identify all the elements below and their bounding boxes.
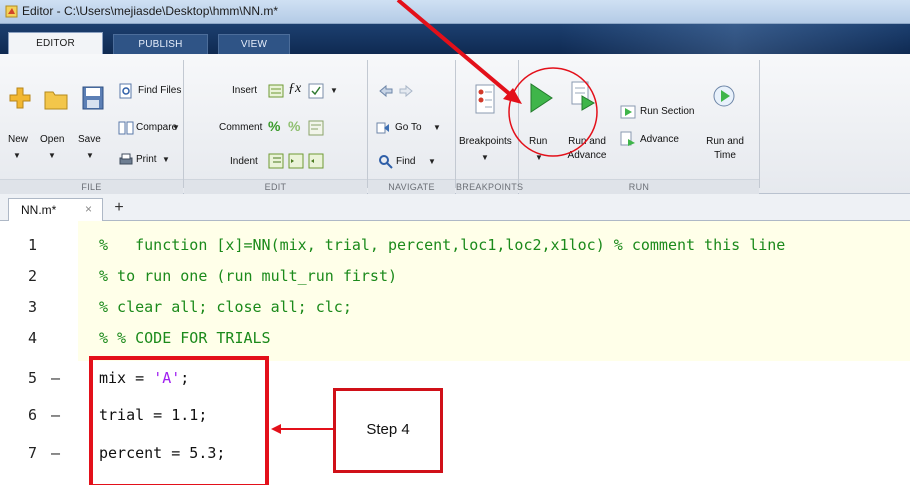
save-button[interactable]: Save	[78, 134, 101, 145]
run-section-icon[interactable]	[620, 104, 636, 120]
go-to-button[interactable]: Go To	[395, 122, 422, 133]
wrap-comments-icon[interactable]	[308, 120, 324, 136]
insert-function-icon[interactable]: ƒx	[288, 81, 301, 97]
executable-line-marker[interactable]: —	[51, 400, 60, 430]
insert-dropdown-caret[interactable]: ▼	[330, 86, 338, 95]
title-bar: Editor - C:\Users\mejiasde\Desktop\hmm\N…	[0, 0, 910, 24]
run-and-advance-button-line2[interactable]: Advance	[562, 150, 612, 161]
forward-arrow-icon[interactable]	[398, 83, 414, 99]
new-button[interactable]: New	[8, 134, 28, 145]
save-icon[interactable]	[82, 86, 104, 110]
breakpoints-icon[interactable]	[474, 84, 496, 114]
advance-icon[interactable]	[620, 131, 636, 147]
tab-view[interactable]: VIEW	[218, 34, 290, 54]
window-title: Editor - C:\Users\mejiasde\Desktop\hmm\N…	[22, 4, 279, 18]
run-dropdown-caret[interactable]: ▼	[535, 153, 543, 162]
find-files-icon[interactable]	[118, 83, 134, 99]
code-line[interactable]: 1 % function [x]=NN(mix, trial, percent,…	[0, 230, 910, 260]
highlight-box	[89, 356, 269, 485]
insert-section-icon[interactable]	[268, 83, 284, 99]
code-text: % clear all; close all; clc;	[99, 298, 352, 316]
run-section-button[interactable]: Run Section	[640, 106, 694, 117]
advance-button[interactable]: Advance	[640, 134, 679, 145]
comment-percent-icon[interactable]: %	[268, 118, 280, 134]
back-arrow-icon[interactable]	[378, 83, 394, 99]
executable-line-marker[interactable]: —	[51, 438, 60, 468]
code-text: % % CODE FOR TRIALS	[99, 329, 271, 347]
line-number: 4	[28, 329, 38, 347]
go-to-dropdown-caret[interactable]: ▼	[433, 123, 441, 132]
find-files-button[interactable]: Find Files	[138, 85, 181, 96]
find-icon[interactable]	[378, 154, 394, 170]
comment-button[interactable]: Comment	[219, 122, 262, 133]
navigate-group-label: NAVIGATE	[388, 182, 435, 192]
run-and-advance-button-line1[interactable]: Run and	[562, 136, 612, 147]
compare-button[interactable]: Compare	[136, 122, 177, 133]
editor-app-icon	[5, 5, 18, 18]
executable-line-marker[interactable]: —	[51, 363, 60, 393]
document-tab-bar: NN.m* × +	[0, 194, 910, 221]
new-tab-button[interactable]: +	[110, 199, 128, 217]
decrease-indent-icon[interactable]	[308, 153, 324, 169]
breakpoints-button[interactable]: Breakpoints	[459, 136, 512, 147]
print-dropdown-caret[interactable]: ▼	[162, 155, 170, 164]
run-group-label: RUN	[628, 182, 650, 192]
new-file-icon[interactable]	[8, 86, 32, 110]
print-icon[interactable]	[118, 152, 134, 168]
open-dropdown-caret[interactable]: ▼	[48, 151, 56, 160]
code-text: % function [x]=NN(mix, trial, percent,lo…	[99, 236, 786, 254]
run-button[interactable]: Run	[529, 136, 547, 147]
code-text: % to run one (run mult_run first)	[99, 267, 398, 285]
matlab-editor-window: Editor - C:\Users\mejiasde\Desktop\hmm\N…	[0, 0, 910, 485]
tab-editor[interactable]: EDITOR	[8, 32, 103, 54]
find-dropdown-caret[interactable]: ▼	[428, 157, 436, 166]
code-line[interactable]: 3 % clear all; close all; clc;	[0, 292, 910, 322]
breakpoints-group-label: BREAKPOINTS	[456, 182, 524, 192]
insert-code-icon[interactable]	[308, 83, 324, 99]
indent-button[interactable]: Indent	[230, 156, 258, 167]
increase-indent-icon[interactable]	[288, 153, 304, 169]
document-tab-label: NN.m*	[21, 203, 57, 217]
save-dropdown-caret[interactable]: ▼	[86, 151, 94, 160]
file-group-label: FILE	[81, 182, 102, 192]
go-to-icon[interactable]	[376, 120, 392, 136]
step-callout: Step 4	[333, 388, 443, 473]
find-button[interactable]: Find	[396, 156, 415, 167]
tab-publish[interactable]: PUBLISH	[113, 34, 208, 54]
code-line[interactable]: 4 % % CODE FOR TRIALS	[0, 323, 910, 353]
open-folder-icon[interactable]	[44, 88, 68, 110]
line-number: 1	[28, 236, 38, 254]
run-and-time-button-line1[interactable]: Run and	[700, 136, 750, 147]
document-tab-nn[interactable]: NN.m* ×	[8, 198, 103, 221]
ribbon-tab-strip: EDITOR PUBLISH VIEW	[0, 24, 910, 54]
smart-indent-icon[interactable]	[268, 153, 284, 169]
close-tab-icon[interactable]: ×	[85, 202, 92, 216]
print-button[interactable]: Print	[136, 154, 157, 165]
line-number: 3	[28, 298, 38, 316]
open-button[interactable]: Open	[40, 134, 64, 145]
new-dropdown-caret[interactable]: ▼	[13, 151, 21, 160]
edit-group-label: EDIT	[264, 182, 287, 192]
run-and-time-icon[interactable]	[712, 82, 738, 112]
insert-button[interactable]: Insert	[232, 85, 257, 96]
compare-dropdown-caret[interactable]: ▼	[172, 123, 180, 132]
run-and-time-button-line2[interactable]: Time	[700, 150, 750, 161]
uncomment-icon[interactable]: %	[288, 118, 300, 134]
run-and-advance-icon[interactable]	[570, 80, 596, 112]
compare-icon[interactable]	[118, 120, 134, 136]
step-label: Step 4	[366, 421, 410, 438]
breakpoints-dropdown-caret[interactable]: ▼	[481, 153, 489, 162]
run-icon[interactable]	[528, 82, 554, 114]
line-number: 2	[28, 267, 38, 285]
code-line[interactable]: 2 % to run one (run mult_run first)	[0, 261, 910, 291]
editor-ribbon: New ▼ Open ▼ Save ▼ Find Files Compare ▼	[0, 54, 910, 194]
